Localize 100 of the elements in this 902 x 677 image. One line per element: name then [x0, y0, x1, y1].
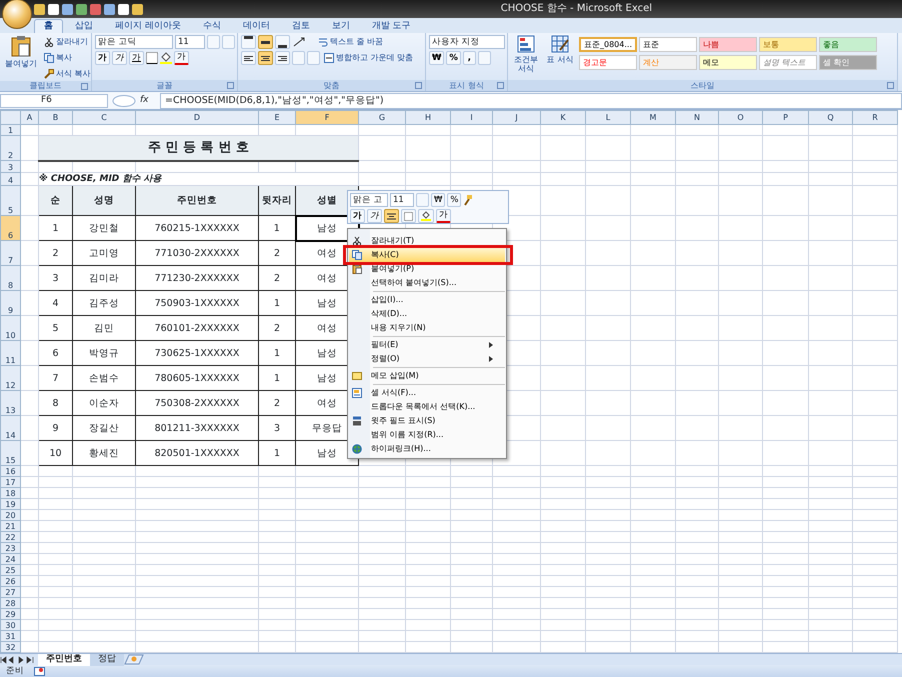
row-header[interactable]: 20 — [0, 510, 20, 520]
column-header[interactable]: K — [540, 110, 586, 124]
percent-button[interactable]: % — [447, 193, 462, 207]
column-header[interactable]: A — [20, 110, 38, 124]
style-tile[interactable]: 경고문 — [579, 55, 637, 70]
menu-item[interactable]: 복사(C) — [349, 248, 505, 262]
bottom-align-icon[interactable] — [275, 35, 290, 49]
row-header[interactable]: 30 — [0, 620, 20, 630]
ribbon-tab[interactable]: 수식 — [192, 19, 231, 33]
row-header[interactable]: 11 — [0, 340, 20, 366]
ribbon-tab[interactable]: 보기 — [322, 19, 360, 33]
bold-button[interactable]: 가 — [350, 209, 365, 223]
bold-button[interactable]: 가 — [95, 51, 110, 65]
row-header[interactable]: 18 — [0, 488, 20, 498]
row-header[interactable]: 10 — [0, 316, 20, 340]
column-header[interactable]: P — [762, 110, 808, 124]
wrap-text-button[interactable]: 텍스트 줄 바꿈 — [316, 35, 386, 49]
paste-button[interactable]: 붙여넣기 — [3, 35, 39, 75]
row-header[interactable]: 21 — [0, 520, 20, 532]
menu-item[interactable]: 셀 서식(F)... — [349, 386, 505, 400]
style-tile[interactable]: 보통 — [759, 37, 817, 52]
column-header[interactable]: R — [852, 110, 898, 124]
row-header[interactable]: 15 — [0, 440, 20, 466]
column-header[interactable]: J — [492, 110, 540, 124]
row-header[interactable]: 29 — [0, 608, 20, 620]
row-header[interactable]: 1 — [0, 124, 20, 136]
toolbar-icon[interactable] — [34, 4, 45, 14]
row-header[interactable]: 24 — [0, 554, 20, 564]
column-header[interactable]: L — [586, 110, 630, 124]
name-box[interactable]: F6 — [0, 94, 108, 108]
style-tile[interactable]: 나쁨 — [699, 37, 757, 52]
column-header[interactable]: E — [258, 110, 296, 124]
fill-bucket-icon[interactable] — [160, 52, 172, 64]
table-format-button[interactable]: 표 서식 — [545, 35, 575, 79]
sheet-tab[interactable]: 주민번호 — [38, 654, 90, 666]
column-header[interactable]: I — [450, 110, 492, 124]
format-painter-icon[interactable] — [463, 194, 474, 206]
column-header[interactable]: F — [296, 110, 358, 124]
comma-button[interactable]: , — [462, 51, 476, 65]
row-header[interactable]: 6 — [0, 216, 20, 240]
toolbar-icon[interactable] — [62, 4, 73, 14]
merge-center-button[interactable]: 병합하고 가운데 맞춤 — [322, 51, 416, 65]
style-tile[interactable]: 설명 텍스트 — [759, 55, 817, 70]
toolbar-icon[interactable] — [132, 4, 143, 14]
menu-item[interactable]: 메모 삽입(M) — [349, 369, 505, 383]
column-header[interactable]: B — [38, 110, 72, 124]
row-header[interactable]: 7 — [0, 240, 20, 266]
ribbon-tab[interactable]: 페이지 레이아웃 — [105, 19, 191, 33]
currency-button[interactable]: ₩ — [429, 51, 444, 65]
column-header[interactable]: G — [358, 110, 406, 124]
format-painter-button[interactable]: 서식 복사 — [42, 67, 93, 81]
row-header[interactable]: 17 — [0, 476, 20, 488]
right-align-icon[interactable] — [275, 51, 290, 65]
copy-button[interactable]: 복사 — [42, 51, 93, 65]
row-header[interactable]: 32 — [0, 642, 20, 652]
column-header[interactable]: N — [676, 110, 718, 124]
font-name-field[interactable]: 맑은 고딕 — [95, 35, 173, 49]
row-header[interactable]: 26 — [0, 576, 20, 586]
toolbar-icon[interactable] — [104, 4, 115, 14]
font-name-field[interactable]: 맑은 고 — [350, 193, 388, 207]
style-tile[interactable]: 표준_0804... — [579, 37, 637, 52]
macro-record-icon[interactable] — [34, 667, 45, 676]
sheet-tab[interactable]: 정답 — [90, 654, 124, 666]
ribbon-tab[interactable]: 홈 — [34, 19, 63, 33]
column-header[interactable]: M — [630, 110, 676, 124]
ribbon-tab[interactable]: 검토 — [282, 19, 320, 33]
style-tile[interactable]: 메모 — [699, 55, 757, 70]
row-header[interactable]: 27 — [0, 586, 20, 598]
fill-color-button[interactable] — [418, 209, 434, 223]
number-format-field[interactable]: 사용자 지정 — [429, 35, 505, 49]
row-header[interactable]: 4 — [0, 172, 20, 186]
ribbon-tab[interactable]: 데이터 — [232, 19, 280, 33]
row-header[interactable]: 25 — [0, 564, 20, 576]
italic-button[interactable]: 가 — [367, 209, 382, 223]
column-header[interactable]: O — [718, 110, 762, 124]
percent-button[interactable]: % — [446, 51, 461, 65]
border-button[interactable] — [401, 209, 416, 223]
orientation-icon[interactable] — [292, 36, 306, 48]
row-header[interactable]: 16 — [0, 466, 20, 476]
row-header[interactable]: 22 — [0, 532, 20, 542]
underline-button[interactable]: 가 — [129, 51, 144, 65]
column-header[interactable]: H — [406, 110, 450, 124]
currency-button[interactable]: ₩ — [431, 193, 446, 207]
row-header[interactable]: 19 — [0, 498, 20, 510]
row-header[interactable]: 3 — [0, 160, 20, 172]
row-header[interactable]: 14 — [0, 416, 20, 440]
style-tile[interactable]: 표준 — [639, 37, 697, 52]
ribbon-tab[interactable]: 개발 도구 — [362, 19, 421, 33]
row-header[interactable]: 28 — [0, 598, 20, 608]
font-size-field[interactable]: 11 — [390, 193, 414, 207]
italic-button[interactable]: 가 — [112, 51, 127, 65]
border-icon[interactable] — [146, 52, 158, 64]
office-button[interactable] — [2, 0, 32, 29]
row-header[interactable]: 23 — [0, 542, 20, 554]
toolbar-icon[interactable] — [118, 4, 129, 14]
conditional-format-button[interactable]: 조건부 서식 — [511, 35, 541, 79]
middle-align-icon[interactable] — [258, 35, 273, 49]
row-header[interactable]: 31 — [0, 630, 20, 642]
font-color-button[interactable]: 가 — [436, 209, 451, 223]
row-header[interactable]: 9 — [0, 290, 20, 316]
